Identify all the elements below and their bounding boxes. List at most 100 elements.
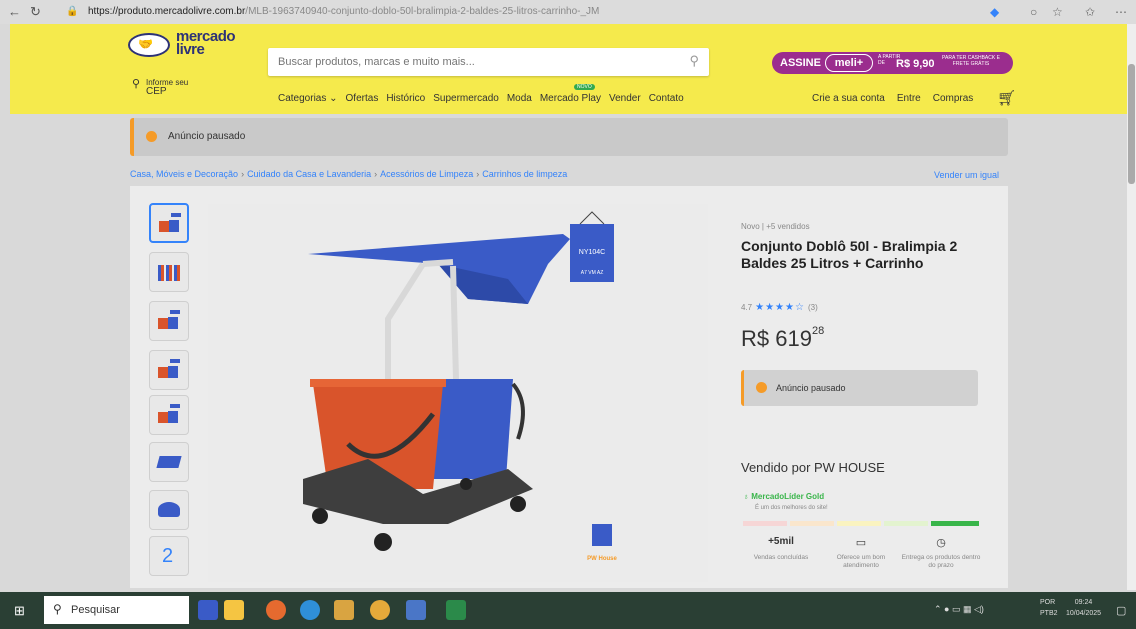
lang-line2: PTB2 — [1040, 610, 1058, 617]
breadcrumb-item[interactable]: Casa, Móveis e Decoração — [130, 169, 238, 179]
thumbnail[interactable] — [149, 203, 189, 243]
nav-mercado-play[interactable]: Mercado Play — [540, 93, 601, 104]
stat-delivery: ◷ Entrega os produtos dentro do prazo — [900, 536, 982, 570]
meli-plus-banner[interactable]: ASSINE meli+ A PARTIR DE R$ 9,90 PARA TE… — [772, 52, 1013, 74]
clock-date: 10/04/2025 — [1066, 610, 1102, 617]
stat-delivery-label: Entrega os produtos dentro do prazo — [901, 554, 981, 569]
taskbar-search-text: Pesquisar — [71, 604, 120, 616]
clock[interactable]: 09:24 10/04/2025 — [1066, 597, 1101, 619]
price-main: R$ 619 — [741, 326, 812, 351]
nav-historico[interactable]: Histórico — [386, 93, 425, 104]
search-icon[interactable]: ⚲ — [689, 53, 699, 69]
price: R$ 61928 — [741, 325, 824, 352]
breadcrumb-item[interactable]: Acessórios de Limpeza — [380, 169, 473, 179]
nav-categorias[interactable]: Categorias ⌄ — [278, 93, 338, 104]
seller-title[interactable]: Vendido por PW HOUSE — [741, 460, 885, 475]
mercadolider-badge: ♁ MercadoLíder Gold — [743, 492, 824, 501]
nav-moda[interactable]: Moda — [507, 93, 532, 104]
create-account-link[interactable]: Crie a sua conta — [812, 93, 885, 104]
thumbnail[interactable] — [149, 395, 189, 435]
task-view-icon[interactable] — [198, 600, 218, 620]
clock-icon: ◷ — [936, 537, 946, 549]
rating[interactable]: 4.7 ★★★★☆ (3) — [741, 302, 818, 313]
chrome-icon[interactable] — [370, 600, 390, 620]
meli-plus-logo: meli+ — [825, 54, 873, 72]
pw-house-logo — [592, 524, 612, 546]
mop-cart-image: NY104C A7 VM AZ PW House — [303, 211, 617, 562]
sell-similar-link[interactable]: Vender um igual — [934, 170, 999, 180]
star-rating-icon: ★★★★☆ — [755, 302, 805, 313]
lock-icon: 🔒 — [66, 6, 79, 17]
input-language[interactable]: POR PTB2 — [1040, 597, 1058, 619]
address-bar[interactable]: https://produto.mercadolivre.com.br/MLB-… — [88, 3, 978, 21]
nav-vender[interactable]: Vender — [609, 93, 641, 104]
more-icon[interactable]: ⋯ — [1115, 5, 1127, 19]
thumbnail[interactable] — [149, 442, 189, 482]
clock-time: 09:24 — [1074, 599, 1093, 606]
search-icon: ⚲ — [53, 602, 62, 616]
logo[interactable]: 🤝 mercado livre — [128, 28, 252, 59]
more-photos-thumbnail[interactable]: 2 — [149, 536, 189, 576]
bookmark-icon[interactable]: ☆ — [1052, 5, 1063, 19]
tag-text-2: A7 VM AZ — [581, 270, 604, 276]
file-explorer-icon[interactable] — [224, 600, 244, 620]
cep-selector[interactable]: ⚲ Informe seu CEP — [132, 78, 188, 97]
profile-icon[interactable]: ○ — [1030, 5, 1037, 19]
reputation-level-4 — [884, 521, 928, 526]
excel-icon[interactable] — [446, 600, 466, 620]
breadcrumb-item[interactable]: Cuidado da Casa e Lavanderia — [247, 169, 371, 179]
rating-value: 4.7 — [741, 303, 753, 312]
refresh-icon[interactable]: ↻ — [30, 4, 41, 20]
paused-notice-text: Anúncio pausado — [776, 383, 846, 393]
product-title: Conjunto Doblô 50l - Bralimpia 2 Baldes … — [741, 238, 958, 271]
breadcrumb-separator: › — [241, 169, 245, 179]
thumbnail[interactable] — [149, 350, 189, 390]
breadcrumb-separator: › — [476, 169, 480, 179]
location-pin-icon: ⚲ — [132, 78, 141, 90]
folder-icon[interactable] — [334, 600, 354, 620]
back-icon[interactable]: ← — [8, 4, 21, 19]
nav-ofertas[interactable]: Ofertas — [346, 93, 379, 104]
search-box[interactable]: ⚲ — [268, 48, 709, 76]
more-photos-count: 2 — [162, 545, 174, 567]
thumbnail[interactable] — [149, 252, 189, 292]
stat-service: ▭ Oferece um bom atendimento — [820, 536, 902, 570]
nav-contato[interactable]: Contato — [649, 93, 684, 104]
reputation-level-1 — [743, 521, 787, 526]
chat-icon: ▭ — [855, 537, 867, 549]
logo-text: mercado livre — [176, 28, 236, 58]
edge-icon[interactable] — [300, 600, 320, 620]
windows-start-icon[interactable]: ⊞ — [14, 603, 25, 619]
medal-subtitle: É um dos melhores do site! — [755, 505, 828, 511]
breadcrumb-item[interactable]: Carrinhos de limpeza — [482, 169, 567, 179]
review-count: (3) — [807, 303, 818, 312]
extension-icon[interactable]: ◆ — [990, 5, 999, 19]
meli-assine: ASSINE — [780, 57, 821, 69]
login-link[interactable]: Entre — [897, 93, 921, 104]
lang-line1: POR — [1040, 599, 1056, 606]
main-nav: Categorias ⌄ Ofertas Histórico Supermercado… — [278, 84, 692, 104]
thumbnail[interactable] — [149, 490, 189, 530]
meli-cashback: PARA TER CASHBACK E FRETE GRÁTIS — [942, 55, 1000, 67]
app-icon[interactable] — [406, 600, 426, 620]
thumbnail[interactable] — [149, 301, 189, 341]
purchases-link[interactable]: Compras — [933, 93, 974, 104]
cart-icon[interactable]: 🛒︎ — [997, 89, 1016, 107]
firefox-icon[interactable] — [266, 600, 286, 620]
scrollbar-thumb[interactable] — [1128, 64, 1135, 184]
url-host: https://produto.mercadolivre.com.br — [88, 6, 246, 17]
condition-label: Novo | +5 vendidos — [741, 222, 810, 231]
warning-icon — [756, 382, 767, 393]
breadcrumb: Casa, Móveis e Decoração › Cuidado da Casa… — [130, 169, 567, 179]
favorites-icon[interactable]: ✩ — [1085, 5, 1095, 19]
scrollbar[interactable] — [1127, 24, 1136, 590]
paused-banner-text: Anúncio pausado — [168, 131, 246, 142]
product-photo[interactable]: NY104C A7 VM AZ PW House — [208, 204, 708, 582]
search-input[interactable] — [278, 48, 658, 76]
nav-supermercado[interactable]: Supermercado — [433, 93, 499, 104]
notification-icon[interactable]: ▢ — [1116, 604, 1126, 617]
paused-notice: Anúncio pausado — [741, 370, 978, 406]
taskbar-search[interactable]: ⚲ Pesquisar — [44, 596, 189, 624]
system-tray[interactable]: ⌃ ● ▭ ▦ ◁) — [934, 604, 984, 615]
cep-line2: CEP — [146, 86, 167, 97]
